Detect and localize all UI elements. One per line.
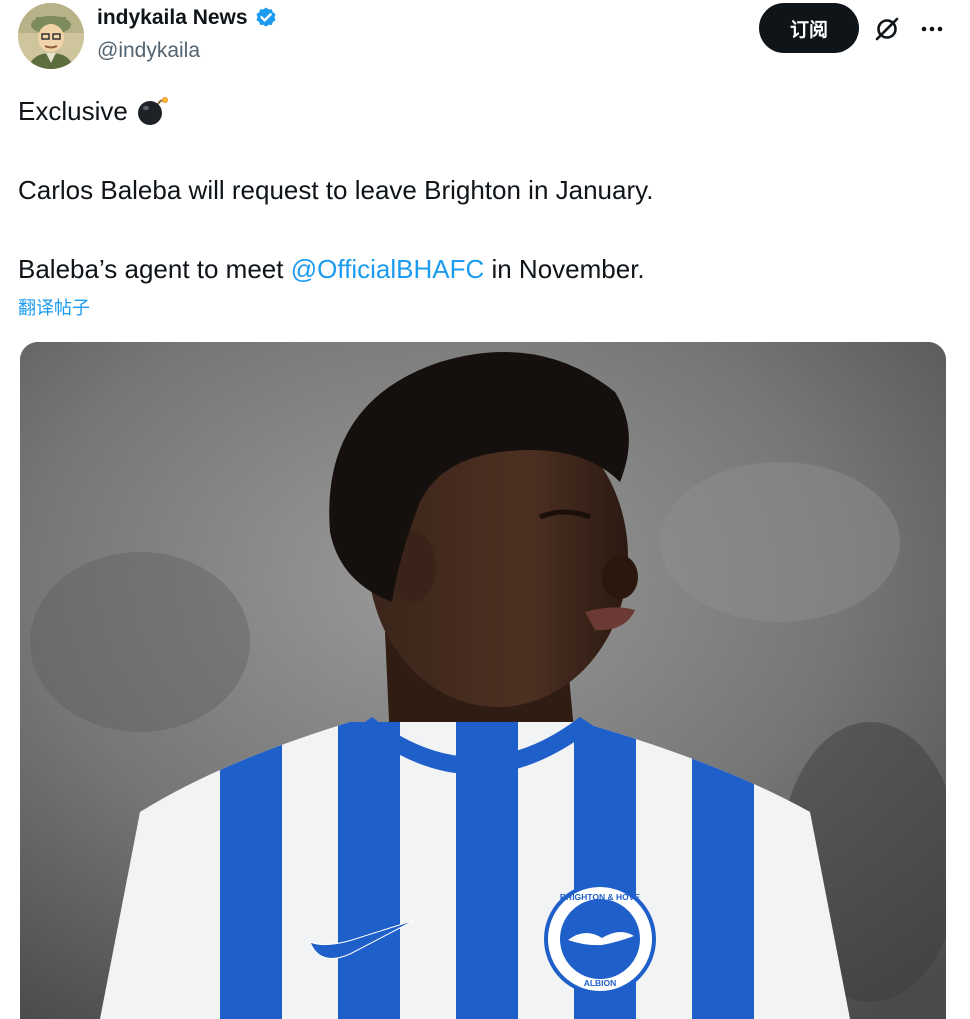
more-dots-icon bbox=[921, 26, 943, 32]
tweet-text-line-2: Carlos Baleba will request to leave Brig… bbox=[18, 175, 654, 205]
more-options-button[interactable] bbox=[915, 12, 949, 46]
translate-post-link[interactable]: 翻译帖子 bbox=[18, 294, 90, 320]
badge-bottom-text: ALBION bbox=[584, 978, 617, 988]
tweet-card: indykaila News @indykaila 订阅 Exclusive C… bbox=[0, 0, 970, 1019]
badge-top-text: BRIGHTON & HOVE bbox=[560, 892, 640, 902]
grok-icon bbox=[875, 17, 899, 41]
author-name-row: indykaila News bbox=[97, 6, 278, 30]
grok-button[interactable] bbox=[870, 12, 904, 46]
mention-link[interactable]: @OfficialBHAFC bbox=[291, 254, 485, 284]
tweet-text-line-1: Exclusive bbox=[18, 95, 170, 127]
cartoon-avatar-icon bbox=[18, 3, 84, 69]
avatar[interactable] bbox=[18, 3, 84, 69]
tweet-text-november: in November. bbox=[484, 254, 645, 284]
subscribe-button[interactable]: 订阅 bbox=[759, 3, 859, 53]
author-display-name[interactable]: indykaila News bbox=[97, 6, 248, 30]
club-badge: BRIGHTON & HOVE ALBION bbox=[544, 883, 656, 995]
tweet-text-exclusive: Exclusive bbox=[18, 96, 128, 126]
player-photo: BRIGHTON & HOVE ALBION bbox=[20, 342, 946, 1019]
author-handle[interactable]: @indykaila bbox=[97, 39, 200, 63]
tweet-text-line-3: Baleba’s agent to meet @OfficialBHAFC in… bbox=[18, 253, 645, 285]
tweet-text-agent: Baleba’s agent to meet bbox=[18, 254, 291, 284]
tweet-media-photo[interactable]: BRIGHTON & HOVE ALBION bbox=[20, 342, 946, 1019]
verified-badge-icon bbox=[256, 7, 276, 27]
bomb-icon bbox=[137, 97, 168, 125]
